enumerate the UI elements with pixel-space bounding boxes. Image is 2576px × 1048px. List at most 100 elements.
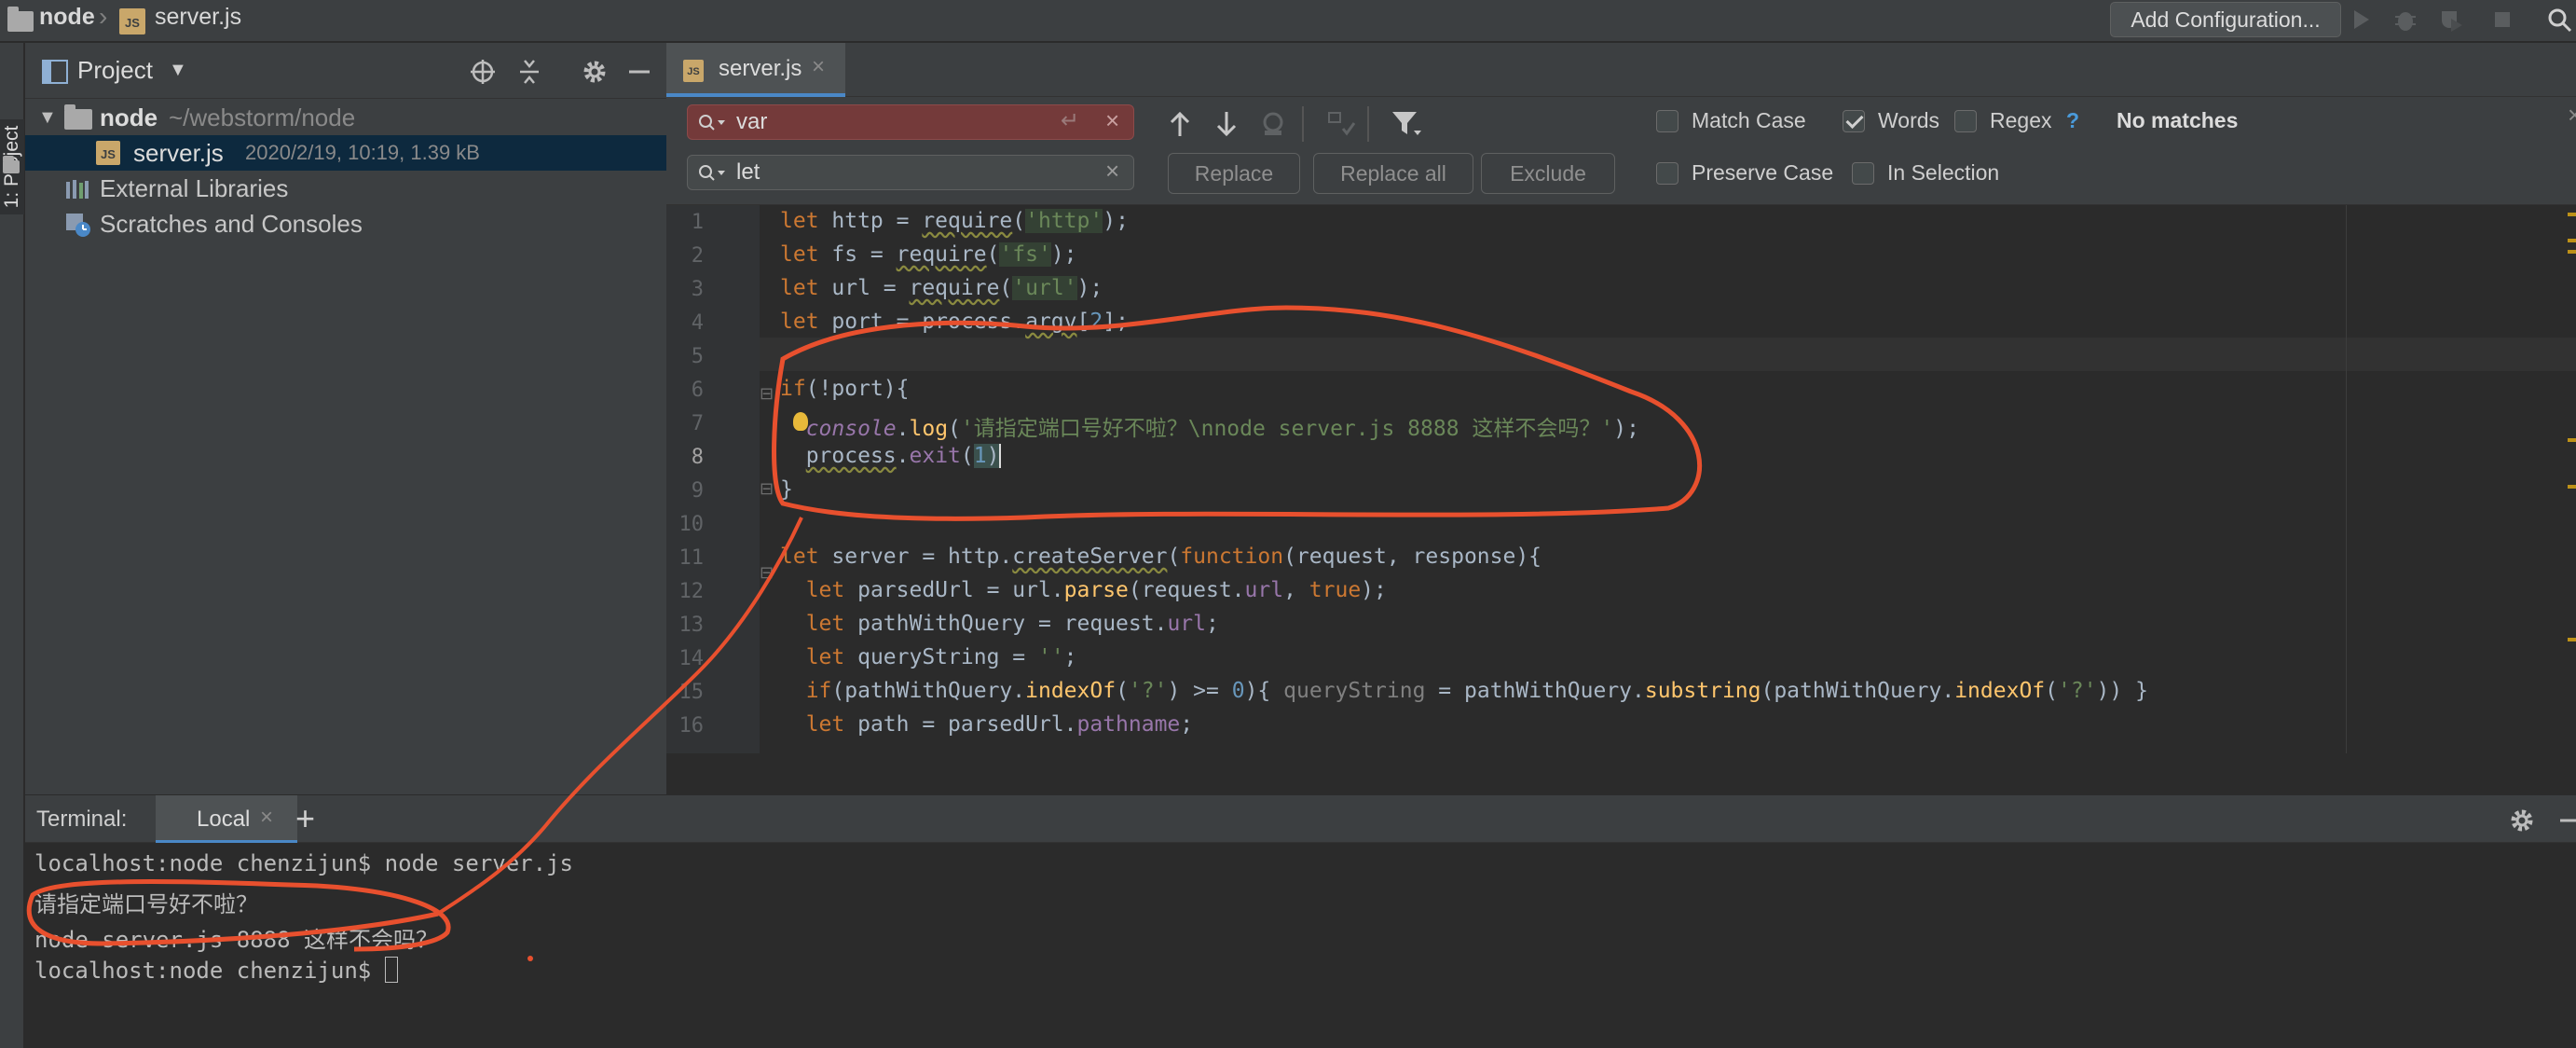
clear-search-icon[interactable]: ×: [1105, 103, 1119, 137]
error-stripe-marker[interactable]: [2568, 438, 2576, 442]
match-case-checkbox[interactable]: [1656, 110, 1679, 132]
replace-input[interactable]: let ×: [687, 155, 1134, 190]
current-line-highlight: [760, 338, 2576, 371]
search-input-value: var: [736, 109, 768, 134]
code-line: let pathWithQuery = request.url;: [805, 612, 1219, 636]
line-number: 14: [678, 647, 705, 670]
regex-help-link[interactable]: ?: [2066, 108, 2079, 133]
terminal-prompt: localhost:node chenzijun$: [34, 958, 385, 984]
line-number: 15: [678, 681, 705, 704]
replace-all-button[interactable]: Replace all: [1313, 153, 1473, 194]
terminal-tab-label: Local: [197, 807, 251, 832]
preserve-case-checkbox[interactable]: [1656, 162, 1679, 185]
search-input[interactable]: var ↵ ×: [687, 104, 1134, 140]
debug-icon[interactable]: [2391, 6, 2419, 34]
search-everywhere-icon[interactable]: [2544, 6, 2572, 34]
terminal-title: Terminal:: [36, 807, 128, 832]
in-selection-label[interactable]: In Selection: [1887, 160, 1999, 186]
code-line: let http = require('http');: [780, 209, 1129, 233]
line-number: 3: [691, 278, 704, 301]
tree-external-libraries-label: External Libraries: [100, 174, 289, 202]
tree-scratches[interactable]: Scratches and Consoles: [25, 206, 666, 241]
code-line: let queryString = '';: [805, 645, 1077, 669]
terminal-line: 请指定端口号好不啦？: [34, 891, 258, 917]
fold-marker-icon[interactable]: ⊟: [760, 479, 774, 499]
tree-root-node[interactable]: ▼ node ~/webstorm/node: [25, 100, 666, 135]
right-margin-guide: [2346, 205, 2347, 753]
clear-replace-icon[interactable]: ×: [1105, 154, 1119, 187]
fold-marker-icon[interactable]: ⊟: [760, 563, 774, 583]
error-stripe-marker[interactable]: [2568, 239, 2576, 242]
close-icon[interactable]: ×: [260, 805, 273, 831]
locate-file-icon[interactable]: [469, 58, 497, 86]
folder-icon: [7, 7, 34, 32]
match-case-label[interactable]: Match Case: [1692, 108, 1806, 133]
code-line: let parsedUrl = url.parse(request.url, t…: [805, 578, 1387, 602]
in-selection-checkbox[interactable]: [1852, 162, 1874, 185]
gear-icon[interactable]: [2508, 807, 2536, 834]
search-history-icon[interactable]: [697, 113, 729, 133]
coverage-icon[interactable]: [2436, 6, 2464, 34]
gear-icon[interactable]: [581, 58, 609, 86]
new-line-icon[interactable]: ↵: [1061, 104, 1079, 138]
tree-external-libraries[interactable]: External Libraries: [25, 171, 666, 206]
filter-search-results-icon[interactable]: [1326, 110, 1358, 138]
stop-icon[interactable]: [2488, 6, 2516, 34]
previous-occurrence-icon[interactable]: [1168, 110, 1192, 138]
code-line: let url = require('url');: [780, 276, 1103, 300]
tree-file-name: server.js: [133, 139, 224, 167]
regex-label[interactable]: Regex: [1990, 108, 2051, 133]
code-line: let server = http.createServer(function(…: [780, 545, 1542, 569]
replace-button[interactable]: Replace: [1168, 153, 1300, 194]
words-label[interactable]: Words: [1878, 108, 1939, 133]
tree-root-path: ~/webstorm/node: [169, 103, 356, 131]
error-stripe-marker[interactable]: [2568, 213, 2576, 216]
terminal-prompt-line[interactable]: localhost:node chenzijun$: [34, 957, 398, 984]
folder-icon: [64, 104, 92, 130]
close-find-icon[interactable]: ×: [2568, 101, 2576, 130]
line-number: 9: [691, 479, 704, 503]
error-stripe-marker[interactable]: [2568, 638, 2576, 641]
tab-server-js[interactable]: JS server.js ×: [666, 43, 845, 97]
hide-panel-icon[interactable]: [625, 58, 653, 86]
project-view-title[interactable]: Project: [77, 56, 153, 85]
words-checkbox[interactable]: [1843, 110, 1865, 132]
code-line: let fs = require('fs');: [780, 242, 1077, 267]
collapse-all-icon[interactable]: [515, 58, 543, 86]
exclude-button[interactable]: Exclude: [1481, 153, 1615, 194]
close-icon[interactable]: ×: [812, 54, 825, 80]
toolbar-separator: [1302, 106, 1304, 142]
terminal-tab-local[interactable]: Local ×: [156, 795, 297, 844]
code-line: console.log('请指定端口号好不啦？\nnode server.js …: [805, 417, 1639, 441]
replace-history-icon[interactable]: [697, 163, 729, 184]
new-terminal-icon[interactable]: +: [295, 799, 315, 838]
line-number: 4: [691, 311, 704, 335]
breadcrumb-file[interactable]: server.js: [155, 4, 241, 31]
find-replace-bar: var ↵ × let × Replace Replace all Exclud…: [666, 97, 2576, 205]
filter-icon[interactable]: [1390, 108, 1425, 140]
add-configuration-button[interactable]: Add Configuration...: [2110, 2, 2341, 37]
preserve-case-label[interactable]: Preserve Case: [1692, 160, 1833, 186]
code-line: process.exit(1): [805, 444, 1002, 468]
terminal-output[interactable]: localhost:node chenzijun$ node server.js…: [25, 843, 2576, 1048]
error-stripe-marker[interactable]: [2568, 250, 2576, 254]
chevron-down-icon[interactable]: ▼: [169, 60, 187, 81]
select-all-occurrences-icon[interactable]: [1259, 110, 1287, 138]
project-panel: Project ▼ ▼ node ~/webstorm/node JS serv…: [25, 43, 666, 794]
js-file-icon: JS: [119, 8, 145, 34]
tree-file-server-js[interactable]: JS server.js 2020/2/19, 10:19, 1.39 kB: [25, 135, 666, 171]
breadcrumb-project[interactable]: node: [39, 4, 95, 31]
regex-checkbox[interactable]: [1954, 110, 1977, 132]
tree-expand-icon[interactable]: ▼: [38, 100, 57, 135]
hide-panel-icon[interactable]: [2556, 807, 2576, 834]
error-stripe-marker[interactable]: [2568, 485, 2576, 489]
run-icon[interactable]: [2347, 6, 2375, 34]
intention-bulb-icon[interactable]: [793, 412, 808, 431]
fold-marker-icon[interactable]: ⊟: [760, 384, 774, 404]
tree-scratches-label: Scratches and Consoles: [100, 210, 363, 238]
js-file-icon: JS: [96, 141, 120, 165]
scratches-icon: [66, 214, 90, 237]
code-editor[interactable]: 1 2 3 4 5 6 7 8 9 10 11 12 13 14 15 16 ⊟ ⊟ ⊟ let http =…: [666, 205, 2576, 753]
next-occurrence-icon[interactable]: [1214, 110, 1239, 138]
